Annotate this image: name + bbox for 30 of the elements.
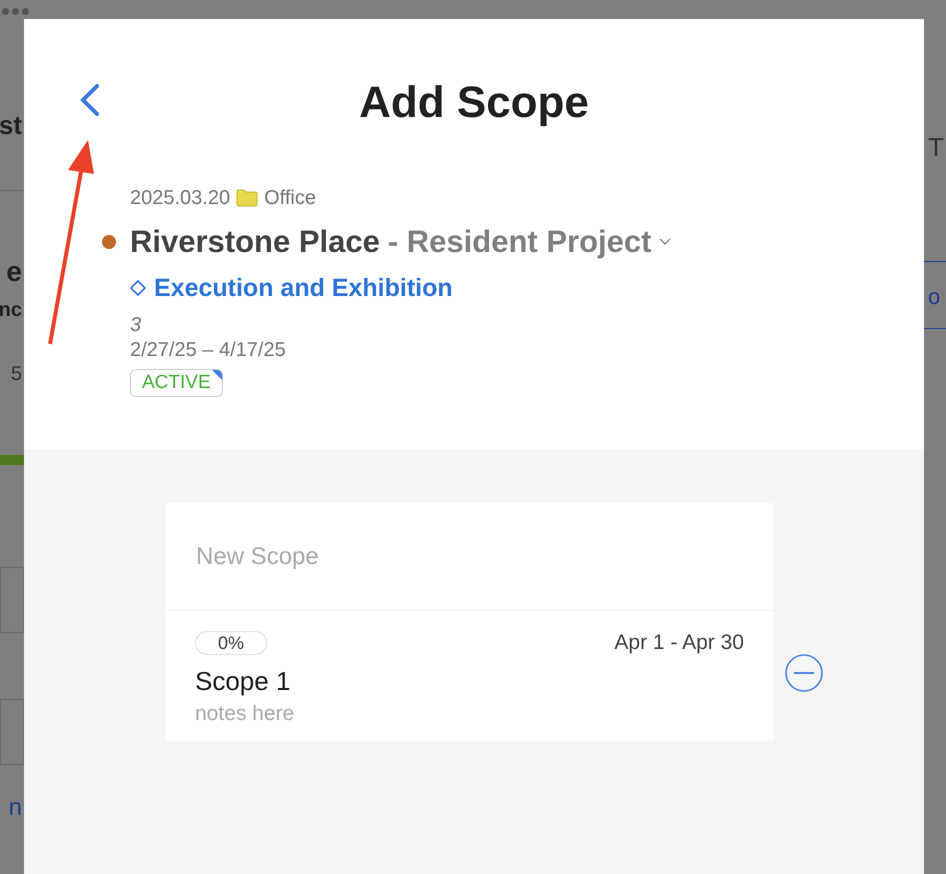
new-scope-field[interactable]: New Scope — [166, 503, 773, 611]
background-text: e — [6, 256, 22, 287]
folder-name: Office — [264, 186, 316, 211]
background-text: n — [8, 794, 22, 821]
background-field — [0, 699, 24, 765]
background-text: st — [0, 110, 22, 140]
progress-bar — [0, 455, 24, 465]
project-subtitle: - Resident Project — [388, 223, 652, 261]
project-date: 2025.03.20 — [130, 186, 230, 211]
background-text: nc — [0, 299, 22, 321]
corner-mark-icon — [212, 370, 222, 380]
background-tab-label: o — [928, 284, 940, 309]
project-name: Riverstone Place — [130, 223, 380, 261]
folder-icon — [236, 189, 258, 207]
status-badge: ACTIVE — [130, 369, 223, 397]
back-icon[interactable] — [78, 83, 100, 117]
diamond-icon — [130, 280, 146, 296]
modal-title: Add Scope — [359, 81, 589, 125]
date-range: 2/27/25 – 4/17/25 — [130, 338, 286, 363]
scope-dates: Apr 1 - Apr 30 — [614, 630, 744, 656]
scope-name: Scope 1 — [195, 664, 292, 697]
progress-pill: 0% — [195, 630, 267, 655]
background-field — [0, 567, 24, 633]
item-count: 3 — [130, 313, 142, 338]
phase-link[interactable]: Execution and Exhibition — [154, 270, 453, 307]
chevron-down-icon[interactable] — [659, 238, 672, 246]
background-text: T — [928, 132, 944, 162]
remove-icon[interactable] — [784, 653, 824, 693]
background-text: 5 — [10, 363, 22, 385]
scope-notes: notes here — [195, 701, 296, 727]
